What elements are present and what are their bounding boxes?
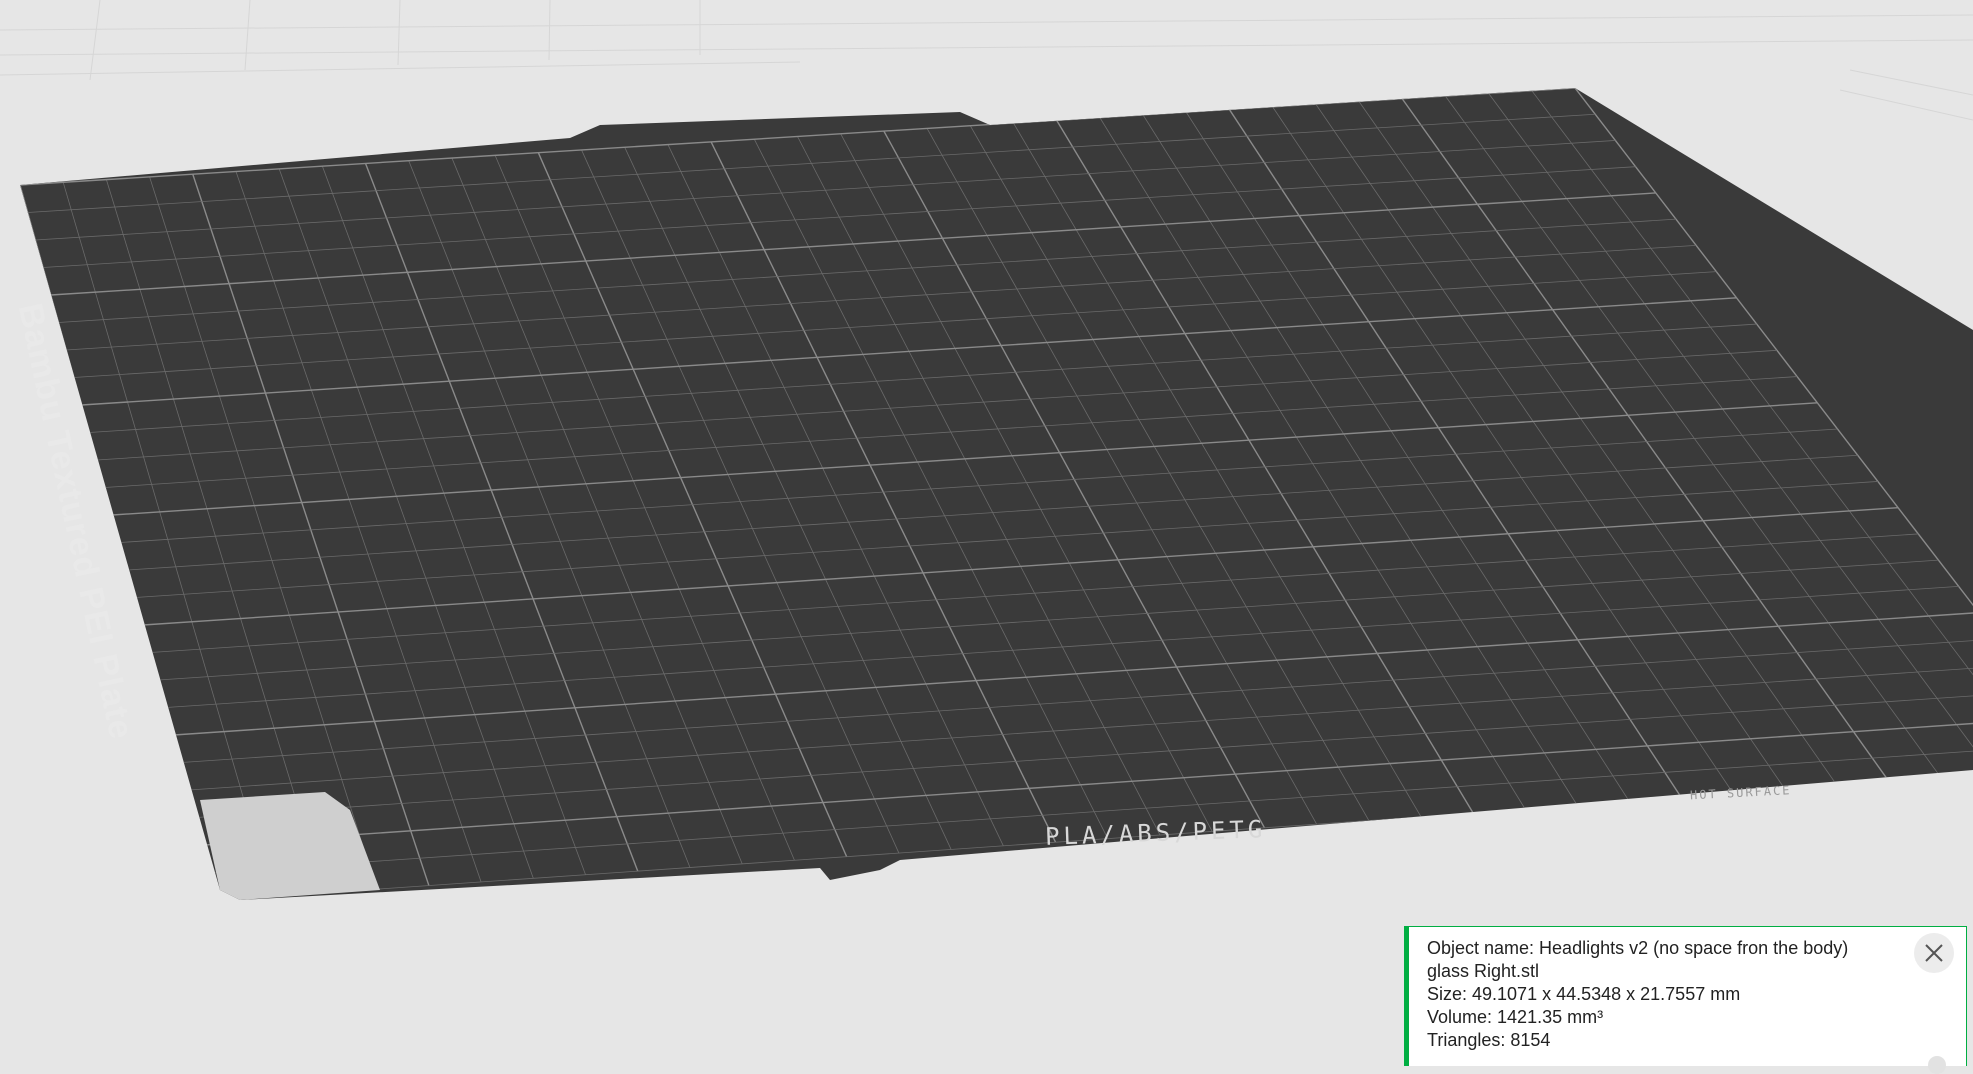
object-info-panel: Object name: Headlights v2 (no space fro… [1404,926,1967,1074]
object-name-line: Object name: Headlights v2 (no space fro… [1427,938,1849,958]
object-size-line: Size: 49.1071 x 44.5348 x 21.7557 mm [1427,984,1741,1004]
background-grid [0,0,1973,121]
build-plate[interactable] [20,88,1973,900]
3d-viewport[interactable]: Bambu Textured PEI Plate PLA/ABS/PETG HO… [0,0,1973,1051]
object-triangles-line: Triangles: 8154 [1427,1030,1551,1050]
collapse-info-button[interactable] [1928,1056,1946,1074]
close-icon [1925,944,1943,962]
plate-scene[interactable] [0,0,1973,1051]
object-volume-line: Volume: 1421.35 mm³ [1427,1007,1604,1027]
close-info-button[interactable] [1914,933,1954,973]
object-name-line-2: glass Right.stl [1427,961,1540,981]
